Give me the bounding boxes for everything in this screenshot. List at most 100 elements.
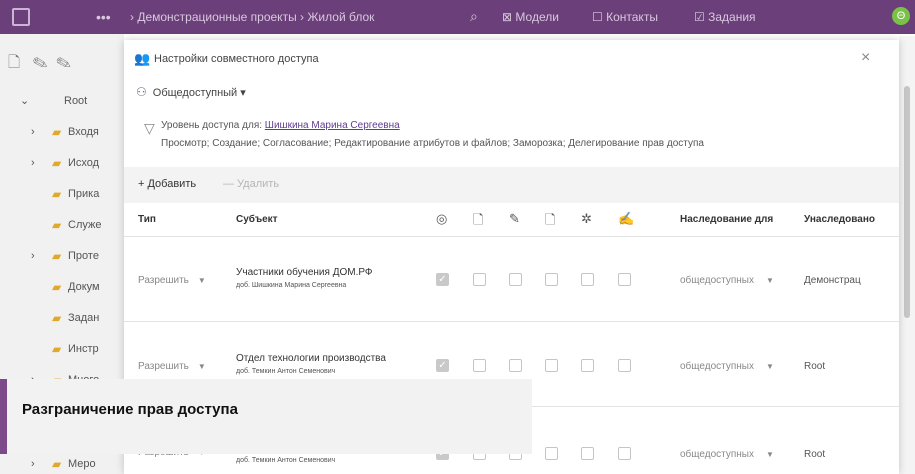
inherit-select[interactable]: общедоступных ▼	[680, 361, 774, 372]
column-type[interactable]: Тип	[138, 214, 156, 225]
tree-item[interactable]: ▰ Докум	[0, 272, 124, 303]
nav-contacts[interactable]: ☐ Контакты	[592, 10, 658, 24]
tree-label: Меро	[68, 458, 96, 470]
tree-item[interactable]: › ▰ Исход	[0, 148, 124, 179]
nav-contacts-label: Контакты	[606, 10, 658, 24]
subject-delegate: доб. Темкин Антон Семенович	[236, 457, 336, 464]
new-document-icon[interactable]: 🗋	[8, 54, 20, 71]
freeze-checkbox[interactable]	[581, 273, 594, 286]
freeze-checkbox[interactable]	[581, 447, 594, 460]
nav-tasks[interactable]: ☑ Задания	[694, 10, 756, 24]
folder-icon: ▰	[52, 311, 62, 325]
search-icon[interactable]: ⌕	[470, 8, 478, 25]
chevron-down-icon: ⌄	[20, 95, 30, 107]
subject-delegate: доб. Шишкина Марина Сергеевна	[236, 282, 347, 289]
tree-item[interactable]: ▰ Задан	[0, 303, 124, 334]
inherit-value: общедоступных	[680, 361, 754, 372]
action-bar: + Добавить — Удалить	[124, 167, 899, 203]
freeze-checkbox[interactable]	[581, 359, 594, 372]
folder-icon: ▰	[52, 125, 62, 139]
folder-icon: ▰	[52, 249, 62, 263]
nav-models-label: Модели	[515, 10, 559, 24]
edit-icon[interactable]: ✎	[33, 54, 48, 71]
dialog-title: Настройки совместного доступа	[154, 53, 319, 65]
group-icon: ⚇	[136, 85, 147, 99]
app-logo-icon[interactable]	[12, 8, 30, 26]
close-icon[interactable]: ×	[861, 49, 870, 67]
edit-checkbox[interactable]	[545, 447, 558, 460]
edit-checkbox[interactable]	[545, 273, 558, 286]
type-value: Разрешить	[138, 361, 189, 372]
user-avatar[interactable]: Θ	[892, 7, 910, 25]
inherit-select[interactable]: общедоступных ▼	[680, 275, 774, 286]
subject-name: Участники обучения ДОМ.РФ	[236, 267, 373, 278]
inherit-value: общедоступных	[680, 449, 754, 460]
tree-root[interactable]: ⌄ Root	[0, 86, 124, 117]
tree-label: Задан	[68, 312, 100, 324]
approve-checkbox[interactable]	[509, 359, 522, 372]
table-row[interactable]: Разрешить ▼ Участники обучения ДОМ.РФ доб…	[124, 237, 899, 322]
folder-icon: ▰	[52, 280, 62, 294]
delete-button[interactable]: — Удалить	[223, 178, 279, 190]
edit-icon[interactable]: ✎	[56, 54, 71, 71]
scrollbar-thumb[interactable]	[904, 86, 910, 318]
view-checkbox[interactable]: ✓	[436, 359, 449, 372]
chevron-right-icon[interactable]: ›	[31, 117, 35, 148]
tree-item[interactable]: › ▰ Входя	[0, 117, 124, 148]
access-mode-select[interactable]: ⚇ Общедоступный ▾	[136, 85, 246, 99]
access-level-rights: Просмотр; Создание; Согласование; Редакт…	[161, 138, 704, 149]
edit-files-icon: 🗋	[545, 212, 556, 227]
caption-accent-bar	[0, 379, 7, 454]
breadcrumb[interactable]: › Демонстрационные проекты › Жилой блок	[130, 10, 374, 24]
access-mode-label: Общедоступный ▾	[152, 87, 246, 99]
tree-item[interactable]: ▰ Прика	[0, 179, 124, 210]
models-icon: ⊠	[502, 10, 513, 24]
column-inherit-for[interactable]: Наследование для	[680, 214, 773, 225]
more-icon[interactable]: •••	[96, 9, 111, 25]
edit-checkbox[interactable]	[545, 359, 558, 372]
nav-models[interactable]: ⊠ Модели	[502, 10, 559, 24]
tree-label: Инстр	[68, 343, 99, 355]
tree-item[interactable]: ▰ Служе	[0, 210, 124, 241]
folder-icon: ▰	[52, 187, 62, 201]
delegate-checkbox[interactable]	[618, 359, 631, 372]
dropdown-arrow-icon: ▼	[197, 362, 206, 371]
type-select[interactable]: Разрешить ▼	[138, 361, 206, 372]
approve-checkbox[interactable]	[509, 273, 522, 286]
chevron-right-icon[interactable]: ›	[31, 148, 35, 179]
dropdown-arrow-icon: ▼	[765, 276, 774, 285]
column-inherited-from[interactable]: Унаследовано	[804, 214, 899, 225]
tree-item[interactable]: › ▰ Проте	[0, 241, 124, 272]
add-button[interactable]: + Добавить	[138, 178, 196, 190]
tasks-icon: ☑	[694, 10, 705, 24]
caption-text: Разграничение прав доступа	[22, 401, 238, 418]
filter-icon: ▽	[144, 120, 155, 136]
nav-tasks-label: Задания	[708, 10, 756, 24]
chevron-right-icon[interactable]: ›	[31, 241, 35, 272]
sidebar-toolbar: 🗋 ✎ ✎	[8, 52, 71, 77]
tree-label: Входя	[68, 126, 99, 138]
subject-name: Отдел технологии производства	[236, 353, 386, 364]
create-checkbox[interactable]	[473, 273, 486, 286]
folder-icon: ▰	[52, 457, 62, 471]
tree-item[interactable]: › ▰ Меро	[0, 454, 124, 474]
tree-label: Прика	[68, 188, 100, 200]
access-level-user-link[interactable]: Шишкина Марина Сергеевна	[265, 120, 400, 131]
inherit-value: общедоступных	[680, 275, 754, 286]
column-subject[interactable]: Субъект	[236, 214, 278, 225]
tree-item[interactable]: ▰ Инстр	[0, 334, 124, 365]
dialog-header: 👥 Настройки совместного доступа ×	[124, 40, 899, 76]
create-checkbox[interactable]	[473, 359, 486, 372]
contacts-icon: ☐	[592, 10, 603, 24]
tree-label: Исход	[68, 157, 100, 169]
view-checkbox[interactable]: ✓	[436, 273, 449, 286]
delegate-checkbox[interactable]	[618, 273, 631, 286]
table-header: Тип Субъект ◎ 🗋 ✎ 🗋 ✲ ✍ Наследование для…	[124, 203, 899, 237]
chevron-right-icon[interactable]: ›	[31, 458, 35, 470]
tree-label: Докум	[68, 281, 100, 293]
dropdown-arrow-icon: ▼	[765, 450, 774, 459]
type-select[interactable]: Разрешить ▼	[138, 275, 206, 286]
delegate-checkbox[interactable]	[618, 447, 631, 460]
inherited-from: Root	[804, 449, 826, 460]
inherit-select[interactable]: общедоступных ▼	[680, 449, 774, 460]
